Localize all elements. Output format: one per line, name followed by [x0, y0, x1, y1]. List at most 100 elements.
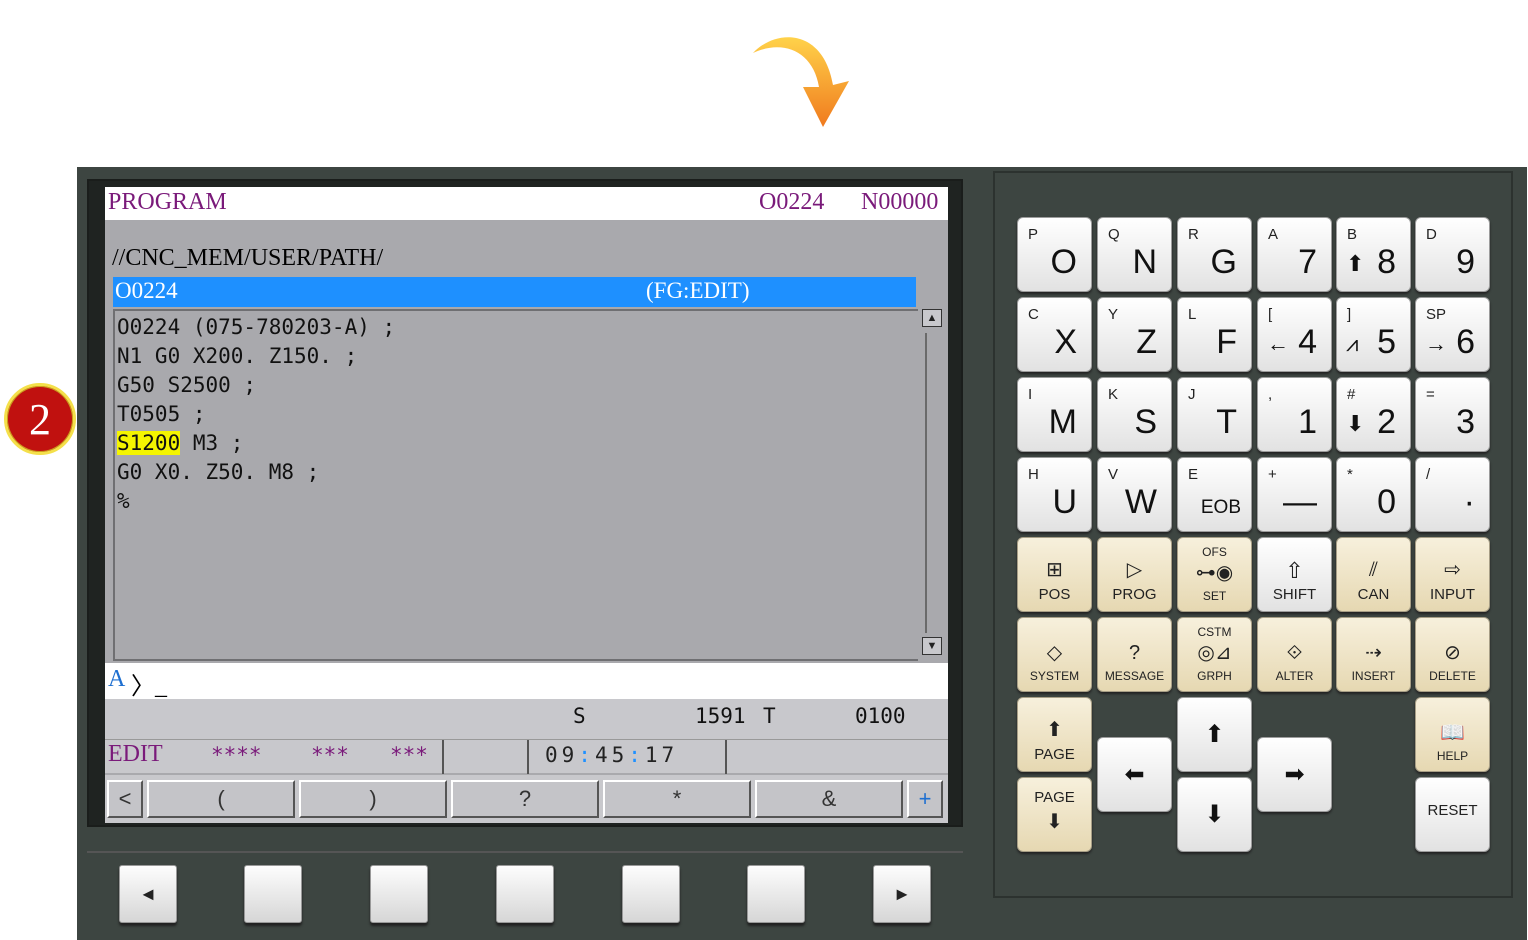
position-icon: ⊞ [1046, 559, 1063, 581]
spindle-label: S [573, 704, 586, 728]
program-line[interactable]: T0505 ; [117, 402, 206, 426]
cursor-left-button[interactable]: ⬅ [1097, 737, 1172, 812]
status-stars-2: *** [311, 743, 349, 767]
key-1[interactable]: ,1 [1257, 377, 1332, 452]
softkey-left-button[interactable]: ◄ [119, 865, 177, 923]
softkey-ampersand[interactable]: & [755, 780, 903, 818]
key-x[interactable]: CX [1017, 297, 1092, 372]
softkey-button-2[interactable] [370, 865, 428, 923]
insert-button[interactable]: ⇢ INSERT [1336, 617, 1411, 692]
softkey-close-paren[interactable]: ) [299, 780, 447, 818]
scroll-down-icon[interactable]: ▼ [922, 637, 942, 655]
message-icon: ? [1128, 642, 1141, 664]
key-5[interactable]: ] ⩘ 5 [1336, 297, 1411, 372]
alter-button[interactable]: ⟐ ALTER [1257, 617, 1332, 692]
key-9[interactable]: D9 [1415, 217, 1490, 292]
cnc-control-panel: PROGRAM O0224 N00000 //CNC_MEM/USER/PATH… [77, 167, 1527, 940]
softkey-open-paren[interactable]: ( [147, 780, 295, 818]
program-line[interactable]: G0 X0. Z50. M8 ; [117, 460, 319, 484]
up-arrow-icon: ⬆ [1346, 251, 1365, 276]
key-0[interactable]: * 0 [1336, 457, 1411, 532]
scroll-up-icon[interactable]: ▲ [922, 309, 942, 327]
input-button[interactable]: ⇨ INPUT [1415, 537, 1490, 612]
scroll-track[interactable] [925, 333, 939, 633]
key-input-buffer[interactable]: A 〉_ [105, 663, 948, 700]
key-n[interactable]: QN [1097, 217, 1172, 292]
key-dot[interactable]: / · [1415, 457, 1490, 532]
program-line[interactable]: % [117, 489, 130, 513]
system-button[interactable]: ◇ SYSTEM [1017, 617, 1092, 692]
sequence-number: N00000 [861, 189, 939, 215]
page-up-button[interactable]: ⬆ PAGE [1017, 697, 1092, 772]
program-line-rest: M3 ; [180, 431, 244, 455]
key-w[interactable]: VW [1097, 457, 1172, 532]
softkey-prev[interactable]: < [107, 780, 143, 818]
program-line[interactable]: N1 G0 X200. Z150. ; [117, 344, 357, 368]
down-arrow-icon: ⬇ [1046, 811, 1063, 833]
key-g[interactable]: RG [1177, 217, 1252, 292]
right-arrow-icon: ➡ [1284, 761, 1305, 788]
message-button[interactable]: ? MESSAGE [1097, 617, 1172, 692]
key-3[interactable]: = 3 [1415, 377, 1490, 452]
softkey-button-1[interactable] [244, 865, 302, 923]
program-line[interactable]: O0224 (075-780203-A) ; [117, 315, 395, 339]
key-f[interactable]: LF [1177, 297, 1252, 372]
left-arrow-icon: ⬅ [1124, 761, 1145, 788]
divider [527, 740, 529, 774]
key-7[interactable]: A7 [1257, 217, 1332, 292]
insert-icon: ⇢ [1365, 642, 1382, 664]
reset-button[interactable]: RESET [1415, 777, 1490, 852]
softkey-question[interactable]: ? [451, 780, 599, 818]
cursor-up-button[interactable]: ⬆ [1177, 697, 1252, 772]
can-button[interactable]: ⫽ CAN [1336, 537, 1411, 612]
softkey-button-3[interactable] [496, 865, 554, 923]
prog-button[interactable]: ▷ PROG [1097, 537, 1172, 612]
program-path: //CNC_MEM/USER/PATH/ [112, 245, 384, 271]
key-s[interactable]: KS [1097, 377, 1172, 452]
key-m[interactable]: IM [1017, 377, 1092, 452]
mode-status-line: EDIT **** *** *** 09:45:17 [105, 739, 948, 774]
softkey-button-4[interactable] [622, 865, 680, 923]
shift-button[interactable]: ⇧ SHIFT [1257, 537, 1332, 612]
wave-icon: ⩘ [1346, 331, 1359, 356]
program-icon: ▷ [1126, 559, 1143, 581]
program-line[interactable]: G50 S2500 ; [117, 373, 256, 397]
key-eob[interactable]: E EOB [1177, 457, 1252, 532]
help-button[interactable]: 📖 HELP [1415, 697, 1490, 772]
key-o[interactable]: PO [1017, 217, 1092, 292]
graph-custom-button[interactable]: CSTM ◎⊿ GRPH [1177, 617, 1252, 692]
status-stars-3: *** [390, 743, 428, 767]
delete-button[interactable]: ⊘ DELETE [1415, 617, 1490, 692]
key-2[interactable]: # ⬇ 2 [1336, 377, 1411, 452]
key-4[interactable]: [← 4 [1257, 297, 1332, 372]
key-8[interactable]: B ⬆ 8 [1336, 217, 1411, 292]
softkey-next[interactable]: + [907, 780, 943, 818]
softkey-right-button[interactable]: ► [873, 865, 931, 923]
softkey-asterisk[interactable]: * [603, 780, 751, 818]
key-z[interactable]: YZ [1097, 297, 1172, 372]
cursor-right-button[interactable]: ➡ [1257, 737, 1332, 812]
cancel-icon: ⫽ [1369, 559, 1378, 581]
softkey-button-5[interactable] [747, 865, 805, 923]
program-header-mode: (FG:EDIT) [646, 278, 750, 303]
key-u[interactable]: HU [1017, 457, 1092, 532]
offset-icon: ⊶◉ [1195, 562, 1234, 584]
key-minus[interactable]: + — [1257, 457, 1332, 532]
cursor-down-button[interactable]: ⬇ [1177, 777, 1252, 852]
key-6[interactable]: SP → 6 [1415, 297, 1490, 372]
input-prompt: 〉_ [131, 674, 167, 700]
page-down-button[interactable]: PAGE ⬇ [1017, 777, 1092, 852]
system-icon: ◇ [1046, 642, 1063, 664]
offset-setting-button[interactable]: OFS ⊶◉ SET [1177, 537, 1252, 612]
cursor-highlight: S1200 [117, 431, 181, 455]
program-line[interactable]: S1200 M3 ; [117, 431, 243, 455]
help-book-icon: 📖 [1440, 722, 1465, 744]
key-t[interactable]: JT [1177, 377, 1252, 452]
program-header-bar[interactable]: O0224 (FG:EDIT) [113, 277, 916, 307]
spindle-value: 1591 [695, 704, 746, 728]
mdi-keypad: PO QN RG A7 B ⬆ 8 D9 CX YZ LF [← 4 ] ⩘ 5 SP → 6… [993, 171, 1513, 898]
pos-button[interactable]: ⊞ POS [1017, 537, 1092, 612]
program-editor[interactable]: O0224 (075-780203-A) ; N1 G0 X200. Z150.… [113, 309, 918, 661]
program-number: O0224 [759, 189, 825, 215]
editor-scrollbar[interactable]: ▲ ▼ [919, 309, 945, 661]
